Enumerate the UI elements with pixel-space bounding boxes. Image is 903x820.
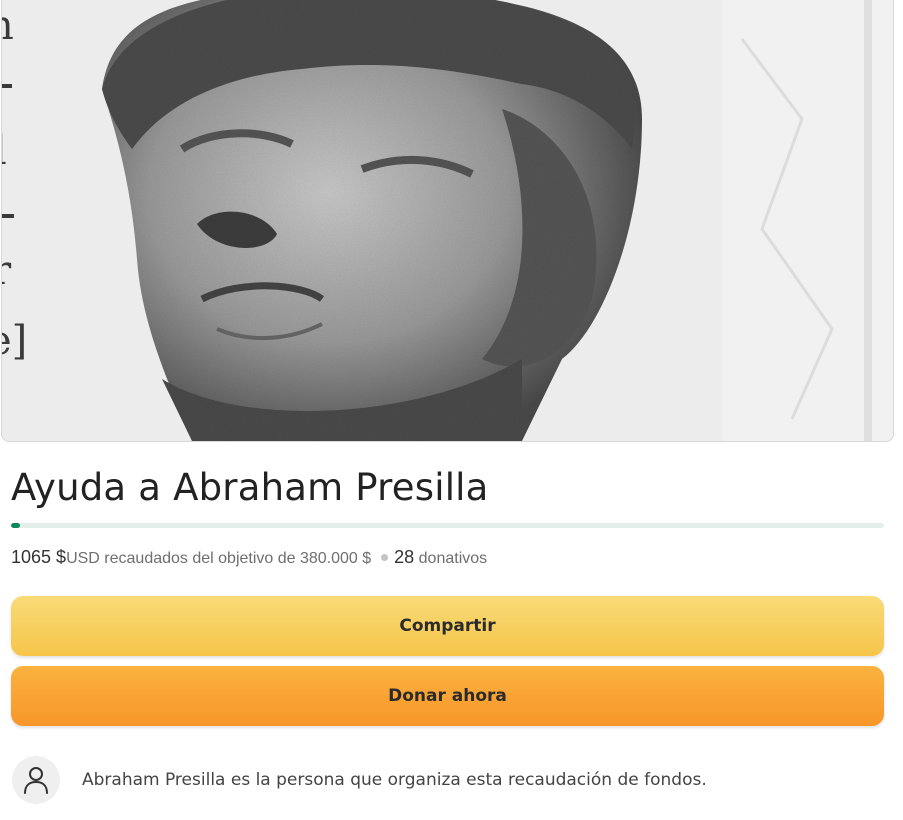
amount-raised: 1065 $: [11, 547, 67, 567]
bust-photo: n l r e]: [2, 0, 893, 441]
donate-button[interactable]: Donar ahora: [11, 666, 884, 726]
organizer-text: Abraham Presilla es la persona que organ…: [82, 770, 707, 790]
funding-progress-bar: [11, 523, 884, 528]
campaign-title: Ayuda a Abraham Presilla: [11, 466, 489, 509]
funding-stats: 1065 $USD recaudados del objetivo de 380…: [11, 547, 487, 568]
svg-text:n: n: [2, 3, 14, 49]
separator-dot: [381, 554, 389, 562]
svg-text:e]: e]: [2, 318, 27, 364]
donations-count: 28: [394, 547, 415, 567]
share-button[interactable]: Compartir: [11, 596, 884, 656]
goal-text: recaudados del objetivo de 380.000 $: [104, 550, 372, 567]
user-icon: [24, 767, 48, 794]
funding-progress-fill: [11, 523, 20, 528]
svg-text:l: l: [2, 128, 7, 174]
campaign-hero-image: n l r e]: [1, 0, 894, 442]
svg-text:r: r: [2, 248, 12, 294]
currency-code: USD: [66, 550, 100, 567]
organizer-avatar: [12, 756, 60, 804]
donations-label: donativos: [418, 550, 488, 567]
